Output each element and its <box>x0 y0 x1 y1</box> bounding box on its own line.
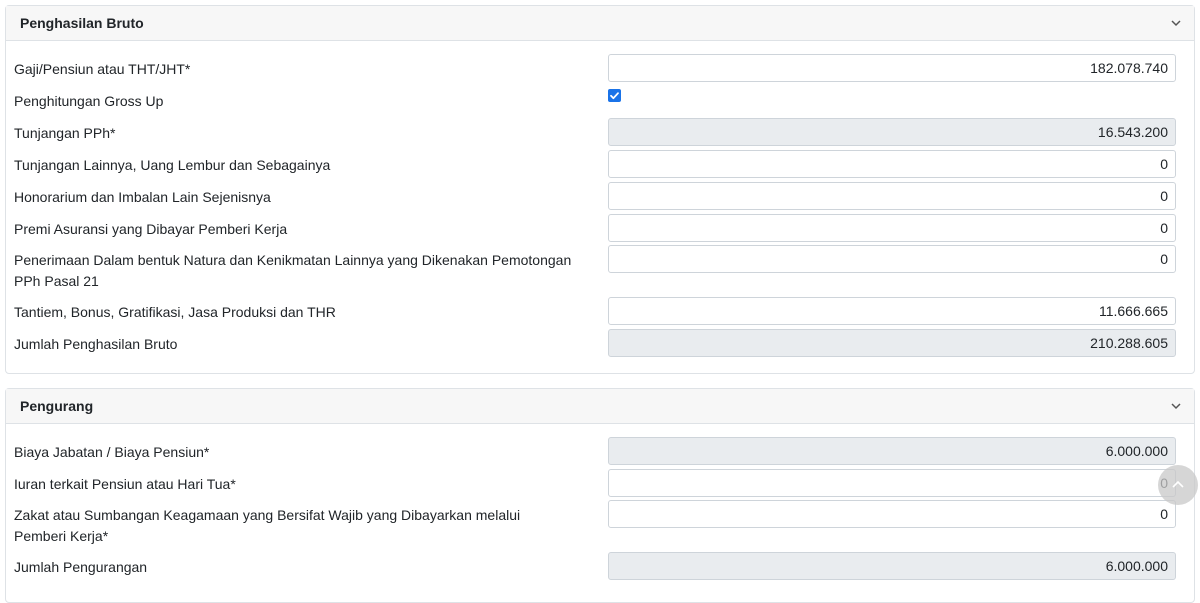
label-tunjangan-lainnya: Tunjangan Lainnya, Uang Lembur dan Sebag… <box>14 157 331 173</box>
label-jumlah-bruto: Jumlah Penghasilan Bruto <box>14 336 178 352</box>
label-honorarium: Honorarium dan Imbalan Lain Sejenisnya <box>14 189 271 205</box>
tunjangan-lainnya-field[interactable] <box>608 150 1176 178</box>
iuran-pensiun-field[interactable] <box>608 469 1176 497</box>
natura-field[interactable] <box>608 245 1176 273</box>
gaji-pensiun-field[interactable] <box>608 54 1176 82</box>
arrow-up-icon <box>1172 480 1184 488</box>
label-gaji-pensiun: Gaji/Pensiun atau THT/JHT* <box>14 61 191 77</box>
premi-asuransi-field[interactable] <box>608 214 1176 242</box>
tantiem-field[interactable] <box>608 297 1176 325</box>
biaya-jabatan-field <box>608 437 1176 465</box>
label-biaya-jabatan: Biaya Jabatan / Biaya Pensiun* <box>14 444 210 460</box>
card-header-pengurang[interactable]: Pengurang <box>6 389 1194 424</box>
jumlah-bruto-field <box>608 329 1176 357</box>
label-tunjangan-pph: Tunjangan PPh* <box>14 125 116 141</box>
card-header-penghasilan-bruto[interactable]: Penghasilan Bruto <box>6 6 1194 41</box>
section-title: Pengurang <box>20 398 94 414</box>
chevron-down-icon[interactable] <box>1170 16 1182 28</box>
label-jumlah-pengurangan: Jumlah Pengurangan <box>14 559 148 575</box>
label-iuran-pensiun: Iuran terkait Pensiun atau Hari Tua* <box>14 476 236 492</box>
scroll-to-top-button[interactable] <box>1158 465 1198 505</box>
section-title: Penghasilan Bruto <box>20 15 144 31</box>
gross-up-checkbox[interactable] <box>608 89 621 102</box>
label-zakat: Zakat atau Sumbangan Keagamaan yang Bers… <box>14 507 521 544</box>
tunjangan-pph-field <box>608 118 1176 146</box>
label-gross-up: Penghitungan Gross Up <box>14 93 164 109</box>
jumlah-pengurangan-field <box>608 552 1176 580</box>
zakat-field[interactable] <box>608 500 1176 528</box>
check-icon <box>610 92 619 100</box>
label-premi-asuransi: Premi Asuransi yang Dibayar Pemberi Kerj… <box>14 221 288 237</box>
label-natura: Penerimaan Dalam bentuk Natura dan Kenik… <box>14 252 572 289</box>
label-tantiem: Tantiem, Bonus, Gratifikasi, Jasa Produk… <box>14 304 336 320</box>
chevron-down-icon[interactable] <box>1170 399 1182 411</box>
honorarium-field[interactable] <box>608 182 1176 210</box>
